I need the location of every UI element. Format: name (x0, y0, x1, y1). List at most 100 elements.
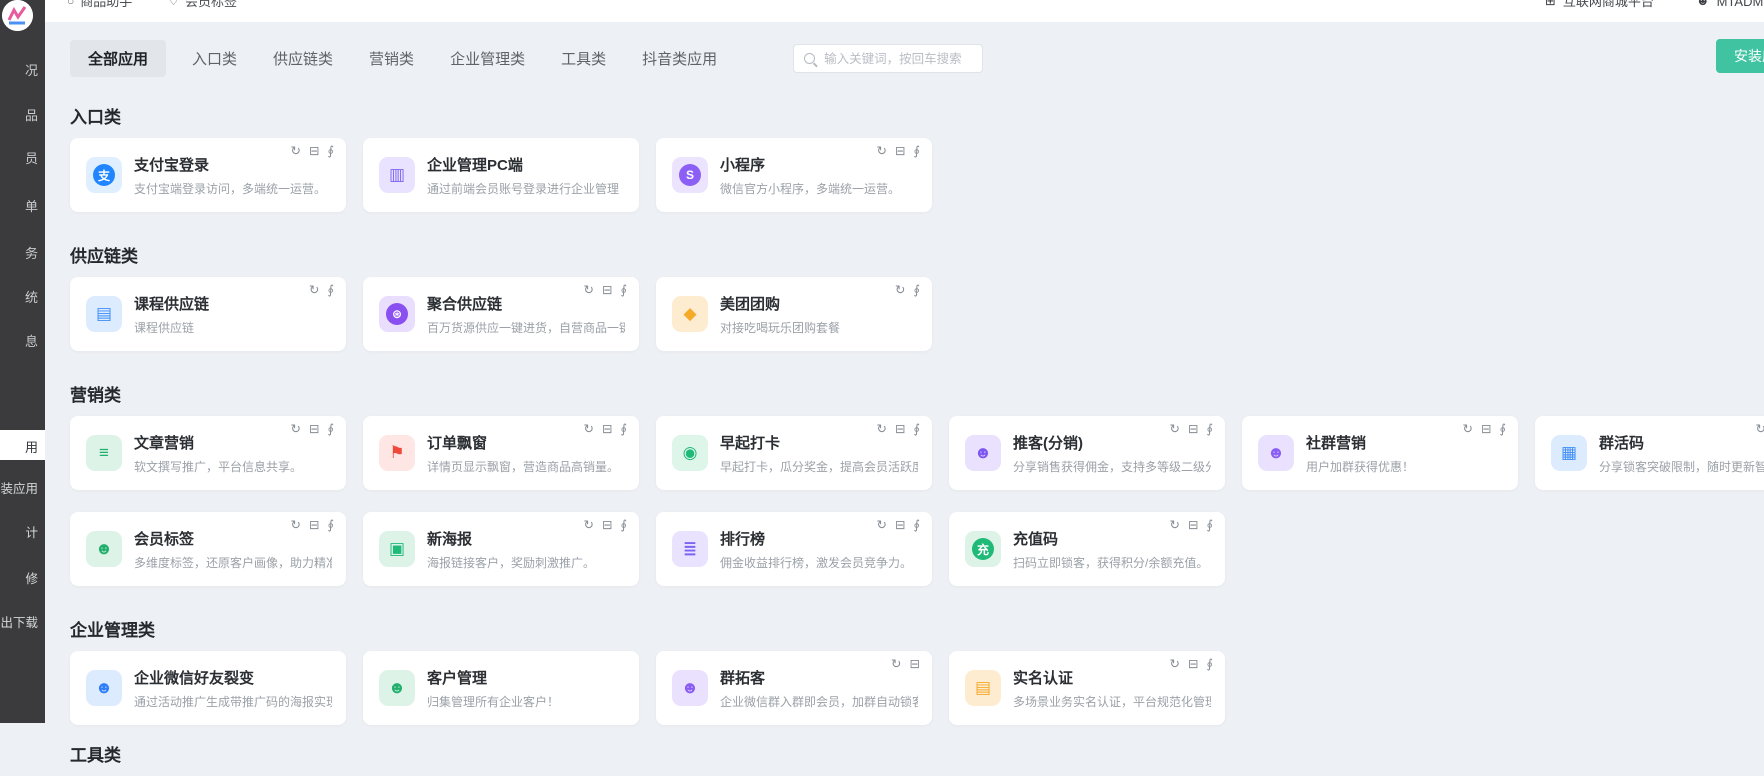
link-icon[interactable]: ∮ (913, 421, 920, 436)
sidebar-item-9[interactable]: 计 (25, 522, 38, 541)
checkin-pin-icon: ◉ (672, 435, 708, 471)
user-menu[interactable]: ☻ MTADMIN(系统 (1696, 0, 1764, 10)
refresh-icon[interactable]: ↻ (877, 517, 887, 532)
print-icon[interactable]: ⊟ (1188, 517, 1198, 532)
print-icon[interactable]: ⊟ (895, 517, 905, 532)
print-icon[interactable]: ⊟ (895, 421, 905, 436)
print-icon[interactable]: ⊟ (910, 656, 920, 671)
app-card[interactable]: ↻ ⊟ ∮ 支支付宝登录 支付宝端登录访问，多端统一运营。 (70, 138, 346, 212)
app-card[interactable]: ↻ ⊟ ∮ ⊛ 聚合供应链 百万货源供应一键进货，自营商品一键... (363, 277, 639, 351)
print-icon[interactable]: ⊟ (895, 143, 905, 158)
card-text: 社群营销 用户加群获得优惠！ (1306, 432, 1504, 475)
print-icon[interactable]: ⊟ (602, 282, 612, 297)
link-icon[interactable]: ∮ (1206, 517, 1213, 532)
refresh-icon[interactable]: ↻ (1170, 656, 1180, 671)
refresh-icon[interactable]: ↻ (1170, 517, 1180, 532)
refresh-icon[interactable]: ↻ (584, 282, 594, 297)
app-card[interactable]: ↻ ∮ ◆ 美团团购 对接吃喝玩乐团购套餐 (656, 277, 932, 351)
filter-tab-6[interactable]: 抖音类应用 (642, 48, 717, 69)
link-icon[interactable]: ∮ (620, 517, 627, 532)
print-icon[interactable]: ⊟ (309, 143, 319, 158)
link-icon[interactable]: ∮ (1206, 421, 1213, 436)
refresh-icon[interactable]: ↻ (1170, 421, 1180, 436)
sidebar-item-6[interactable]: 息 (25, 331, 38, 350)
refresh-icon[interactable]: ↻ (877, 143, 887, 158)
refresh-icon[interactable]: ↻ (877, 421, 887, 436)
install-app-button[interactable]: 安装应用 (1716, 39, 1764, 73)
print-icon[interactable]: ⊟ (1188, 421, 1198, 436)
sidebar-item-11[interactable]: 出下载 (0, 612, 38, 631)
print-icon[interactable]: ⊟ (1188, 656, 1198, 671)
refresh-icon[interactable]: ↻ (1756, 421, 1764, 436)
app-card[interactable]: ↻ ⊟ ∮ ◉ 早起打卡 早起打卡，瓜分奖金，提高会员活跃度。 (656, 416, 932, 490)
search-input[interactable] (822, 50, 973, 67)
filter-tab-5[interactable]: 工具类 (561, 48, 606, 69)
app-logo[interactable] (2, 0, 33, 31)
link-icon[interactable]: ∮ (913, 517, 920, 532)
search-box[interactable] (793, 44, 984, 73)
filter-tab-4[interactable]: 企业管理类 (450, 48, 525, 69)
filter-tab-0[interactable]: 全部应用 (70, 40, 167, 77)
refresh-icon[interactable]: ↻ (1463, 421, 1473, 436)
sidebar-item-2[interactable]: 员 (25, 148, 38, 167)
window-tab-1[interactable]: ♢ 会员标签 (168, 0, 237, 10)
icon-glyph: ≡ (99, 443, 109, 462)
app-desc: 多维度标签，还原客户画像，助力精准... (134, 555, 332, 570)
app-card[interactable]: ☻ 客户管理 归集管理所有企业客户！ (363, 651, 639, 725)
platform-switcher[interactable]: ⊞ 互联网商城平台 (1545, 0, 1654, 10)
link-icon[interactable]: ∮ (620, 282, 627, 297)
app-card[interactable]: ☻ 企业微信好友裂变 通过活动推广生成带推广码的海报实现... (70, 651, 346, 725)
print-icon[interactable]: ⊟ (309, 517, 319, 532)
refresh-icon[interactable]: ↻ (584, 421, 594, 436)
app-card[interactable]: ↻ ⊟ ∮ ▣ 新海报 海报链接客户，奖励刺激推广。 (363, 512, 639, 586)
app-card[interactable]: ↻ ⊟ ∮ 充充值码 扫码立即锁客，获得积分/余额充值。 (949, 512, 1225, 586)
sidebar-item-5[interactable]: 统 (25, 287, 38, 306)
refresh-icon[interactable]: ↻ (584, 517, 594, 532)
app-card[interactable]: ↻ ⊟ ∮ ☻ 社群营销 用户加群获得优惠！ (1242, 416, 1518, 490)
refresh-icon[interactable]: ↻ (309, 282, 319, 297)
app-card[interactable]: ↻ ⊟ ☻ 群拓客 企业微信群入群即会员，加群自动锁客。 (656, 651, 932, 725)
link-icon[interactable]: ∮ (913, 282, 920, 297)
app-card[interactable]: ▥ 企业管理PC端 通过前端会员账号登录进行企业管理 (363, 138, 639, 212)
refresh-icon[interactable]: ↻ (291, 143, 301, 158)
app-card[interactable]: ↻ ⊟ ∮ ☻ 会员标签 多维度标签，还原客户画像，助力精准... (70, 512, 346, 586)
card-actions: ↻ ⊟ ∮ (877, 517, 920, 532)
link-icon[interactable]: ∮ (327, 282, 334, 297)
app-card[interactable]: ↻ ⊟ ∮ S 小程序 微信官方小程序，多端统一运营。 (656, 138, 932, 212)
app-card[interactable]: ↻ ⊟ ∮ ≡ 文章营销 软文撰写推广，平台信息共享。 (70, 416, 346, 490)
refresh-icon[interactable]: ↻ (895, 282, 905, 297)
app-card[interactable]: ↻⊟∮ ▦ 群活码分享锁客突破限制，随时更新智能切 (1535, 416, 1764, 490)
link-icon[interactable]: ∮ (1206, 656, 1213, 671)
print-icon[interactable]: ⊟ (602, 421, 612, 436)
link-icon[interactable]: ∮ (327, 143, 334, 158)
card-actions: ↻ ⊟ ∮ (291, 517, 334, 532)
sidebar-item-10[interactable]: 修 (25, 568, 38, 587)
sidebar-item-4[interactable]: 务 (25, 243, 38, 262)
link-icon[interactable]: ∮ (620, 421, 627, 436)
link-icon[interactable]: ∮ (913, 143, 920, 158)
window-tab-0[interactable]: ○ 商品助手 (67, 0, 132, 10)
refresh-icon[interactable]: ↻ (891, 656, 901, 671)
refresh-icon[interactable]: ↻ (291, 517, 301, 532)
app-card[interactable]: ↻ ⊟ ∮ ≣ 排行榜 佣金收益排行榜，激发会员竞争力。 (656, 512, 932, 586)
sidebar-item-selected[interactable]: 用 (0, 430, 45, 460)
sidebar-item-8[interactable]: 装应用 (0, 478, 38, 497)
sidebar-item-0[interactable]: 况 (25, 60, 38, 79)
link-icon[interactable]: ∮ (327, 421, 334, 436)
sidebar-item-1[interactable]: 品 (25, 105, 38, 124)
filter-tab-3[interactable]: 营销类 (369, 48, 414, 69)
refresh-icon[interactable]: ↻ (291, 421, 301, 436)
print-icon[interactable]: ⊟ (309, 421, 319, 436)
link-icon[interactable]: ∮ (1499, 421, 1506, 436)
sidebar-item-3[interactable]: 单 (25, 196, 38, 215)
print-icon[interactable]: ⊟ (602, 517, 612, 532)
print-icon[interactable]: ⊟ (1481, 421, 1491, 436)
app-card[interactable]: ↻ ⊟ ∮ ☻ 推客(分销) 分享销售获得佣金，支持多等级二级分... (949, 416, 1225, 490)
app-card[interactable]: ↻ ⊟ ∮ ▤ 实名认证 多场景业务实名认证，平台规范化管理。 (949, 651, 1225, 725)
card-actions: ↻ ⊟ (891, 656, 920, 671)
filter-tab-1[interactable]: 入口类 (192, 48, 237, 69)
filter-tab-2[interactable]: 供应链类 (273, 48, 333, 69)
app-card[interactable]: ↻ ⊟ ∮ ⚑ 订单飘窗 详情页显示飘窗，营造商品高销量。 (363, 416, 639, 490)
app-card[interactable]: ↻ ∮ ▤ 课程供应链 课程供应链 (70, 277, 346, 351)
link-icon[interactable]: ∮ (327, 517, 334, 532)
